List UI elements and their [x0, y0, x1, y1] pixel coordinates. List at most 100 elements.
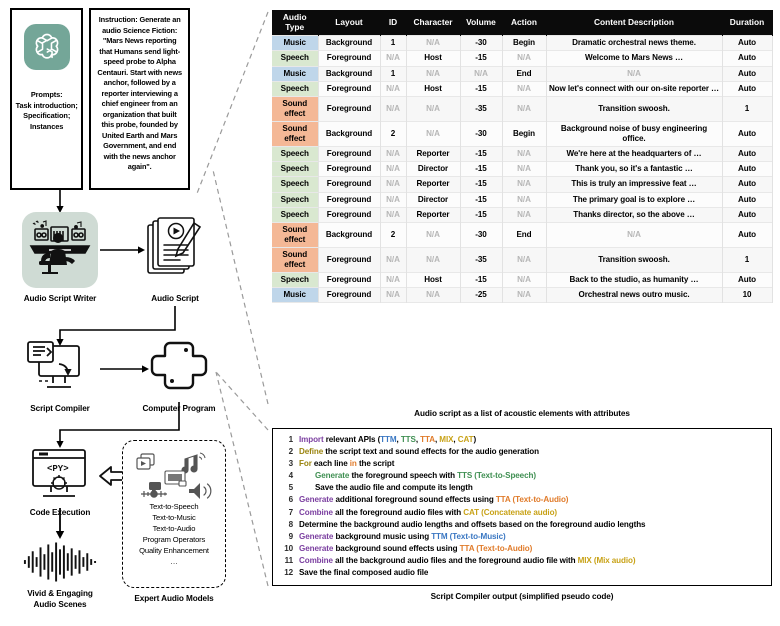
- cell-action: N/A: [502, 161, 547, 177]
- cell-action: N/A: [502, 50, 547, 67]
- audio-waveform-icon: [22, 540, 98, 584]
- cell-layout: Foreground: [318, 146, 381, 162]
- cell-action: N/A: [502, 192, 547, 208]
- pseudocode-line-text: Determine the background audio lengths a…: [299, 519, 646, 531]
- cell-layout: Foreground: [318, 176, 381, 193]
- cell-description: N/A: [546, 222, 723, 248]
- pseudocode-token: each line: [313, 459, 350, 469]
- cell-layout: Foreground: [318, 272, 381, 288]
- cell-character: Reporter: [406, 207, 461, 223]
- table-row: Speech Foreground N/A Reporter -15 N/A This is…: [272, 176, 773, 193]
- cell-volume: N/A: [460, 66, 503, 82]
- pseudocode-line-text: Combine all the background audio files a…: [299, 555, 636, 567]
- pseudocode-token: Generate: [315, 471, 352, 481]
- expert-audio-models-label: Expert Audio Models: [134, 594, 214, 603]
- cell-audio-type: Sound effect: [272, 121, 319, 147]
- cell-layout: Foreground: [318, 287, 381, 303]
- cell-description: Thank you, so it's a fantastic …: [546, 161, 723, 177]
- script-compiler-icon: [22, 338, 98, 400]
- table-row: Speech Foreground N/A Reporter -15 N/A We're h…: [272, 146, 773, 162]
- cell-audio-type: Speech: [272, 146, 319, 162]
- cell-layout: Foreground: [318, 161, 381, 177]
- cell-character: Host: [406, 50, 461, 67]
- pseudocode-line-text: Define the script text and sound effects…: [299, 446, 539, 458]
- cell-id: N/A: [380, 96, 407, 122]
- cell-id: 2: [380, 121, 407, 147]
- pseudocode-token: additional foreground sound effects usin…: [335, 495, 496, 505]
- cell-audio-type: Speech: [272, 192, 319, 208]
- prompts-label-line-4: Instances: [30, 122, 64, 132]
- expert-model-item: Text-to-Audio: [152, 524, 196, 534]
- cell-description: Thanks director, so the above …: [546, 207, 723, 223]
- cell-volume: -15: [460, 50, 503, 67]
- cell-action: N/A: [502, 247, 547, 273]
- pseudocode-token: Generate: [299, 495, 336, 505]
- pseudocode-line-text: For each line in the script: [299, 458, 394, 470]
- pseudocode-token: Combine: [299, 555, 336, 565]
- cell-audio-type: Music: [272, 287, 319, 303]
- pseudocode-lines: 1 Import relevant APIs (TTM, TTS, TTA, MI…: [277, 434, 767, 579]
- pseudocode-token: Combine: [299, 507, 336, 517]
- cell-duration: Auto: [722, 66, 773, 82]
- pseudocode-token: TTA: [420, 435, 435, 444]
- pseudocode-line-number: 7: [288, 507, 294, 517]
- column-header-action: Action: [502, 10, 547, 36]
- chatgpt-logo-icon: [23, 24, 70, 70]
- pseudocode-token: TTM (Text-to-Music): [431, 531, 506, 541]
- cell-duration: Auto: [722, 161, 773, 177]
- table-row: Speech Foreground N/A Reporter -15 N/A Thanks …: [272, 207, 773, 223]
- cell-volume: -30: [460, 121, 503, 147]
- figure-root: Prompts: Task introduction; Specificatio…: [0, 0, 780, 626]
- pseudocode-line-number: 9: [288, 531, 294, 541]
- column-header-layout: Layout: [318, 10, 381, 36]
- pseudocode-line-number: 11: [284, 555, 293, 565]
- cell-description: The primary goal is to explore …: [546, 192, 723, 208]
- cell-action: N/A: [502, 207, 547, 223]
- pseudocode-token: Generate: [299, 543, 336, 553]
- pseudocode-line-text: Generate additional foreground sound eff…: [299, 494, 569, 506]
- cell-character: Director: [406, 192, 461, 208]
- cell-audio-type: Music: [272, 66, 319, 82]
- pseudocode-token: the script text and sound effects for th…: [325, 447, 539, 457]
- cell-duration: Auto: [722, 272, 773, 288]
- audio-script-icon: [140, 212, 210, 288]
- expert-model-item: …: [170, 557, 178, 567]
- cell-duration: Auto: [722, 176, 773, 193]
- pseudocode-line-number: 12: [284, 568, 293, 578]
- pipeline-panel: Prompts: Task introduction; Specificatio…: [0, 0, 262, 626]
- cell-id: 1: [380, 66, 407, 82]
- cell-id: N/A: [380, 247, 407, 273]
- pseudocode-token: MIX: [439, 435, 454, 444]
- cell-volume: -35: [460, 96, 503, 122]
- pseudocode-token: TTA (Text-to-Audio): [459, 543, 533, 553]
- cell-layout: Background: [318, 35, 381, 51]
- pseudocode-line: 7 Combine all the foreground audio files …: [277, 507, 767, 519]
- instruction-box: Instruction: Generate an audio Science F…: [89, 8, 190, 190]
- pseudocode-token: the foreground speech with: [351, 471, 458, 481]
- expert-model-item: Text-to-Music: [152, 513, 196, 523]
- cell-volume: -35: [460, 247, 503, 273]
- cell-layout: Foreground: [318, 96, 381, 122]
- cell-action: End: [502, 66, 547, 82]
- cell-audio-type: Sound effect: [272, 247, 319, 273]
- cell-id: 1: [380, 35, 407, 51]
- pseudocode-line-number: 2: [288, 447, 294, 457]
- expert-audio-models-box: Text-to-Speech Text-to-Music Text-to-Aud…: [122, 440, 226, 588]
- column-header-character: Character: [406, 10, 461, 36]
- pseudocode-token: all the foreground audio files with: [335, 507, 464, 517]
- pseudocode-token: Generate: [299, 531, 336, 541]
- cell-action: Begin: [502, 121, 547, 147]
- pseudocode-line: 12 Save the final composed audio file: [277, 567, 767, 579]
- cell-description: Background noise of busy engineering off…: [546, 121, 723, 147]
- pseudocode-line: 5 Save the audio file and compute its len…: [277, 482, 767, 494]
- cell-id: N/A: [380, 50, 407, 67]
- column-header-audio-type: Audio Type: [272, 10, 319, 36]
- table-row: Speech Foreground N/A Host -15 N/A Back to the…: [272, 272, 773, 288]
- cell-character: Host: [406, 81, 461, 97]
- cell-description: N/A: [546, 66, 723, 82]
- pseudocode-line-text: Save the final composed audio file: [299, 567, 428, 579]
- table-row: Sound effect Foreground N/A N/A -35 N/A Transi…: [272, 96, 773, 122]
- table-row: Sound effect Foreground N/A N/A -35 N/A Transi…: [272, 247, 773, 273]
- pseudocode-token: MIX (Mix audio): [577, 555, 636, 565]
- audio-scenes-label-line-1: Vivid & Engaging: [27, 589, 93, 598]
